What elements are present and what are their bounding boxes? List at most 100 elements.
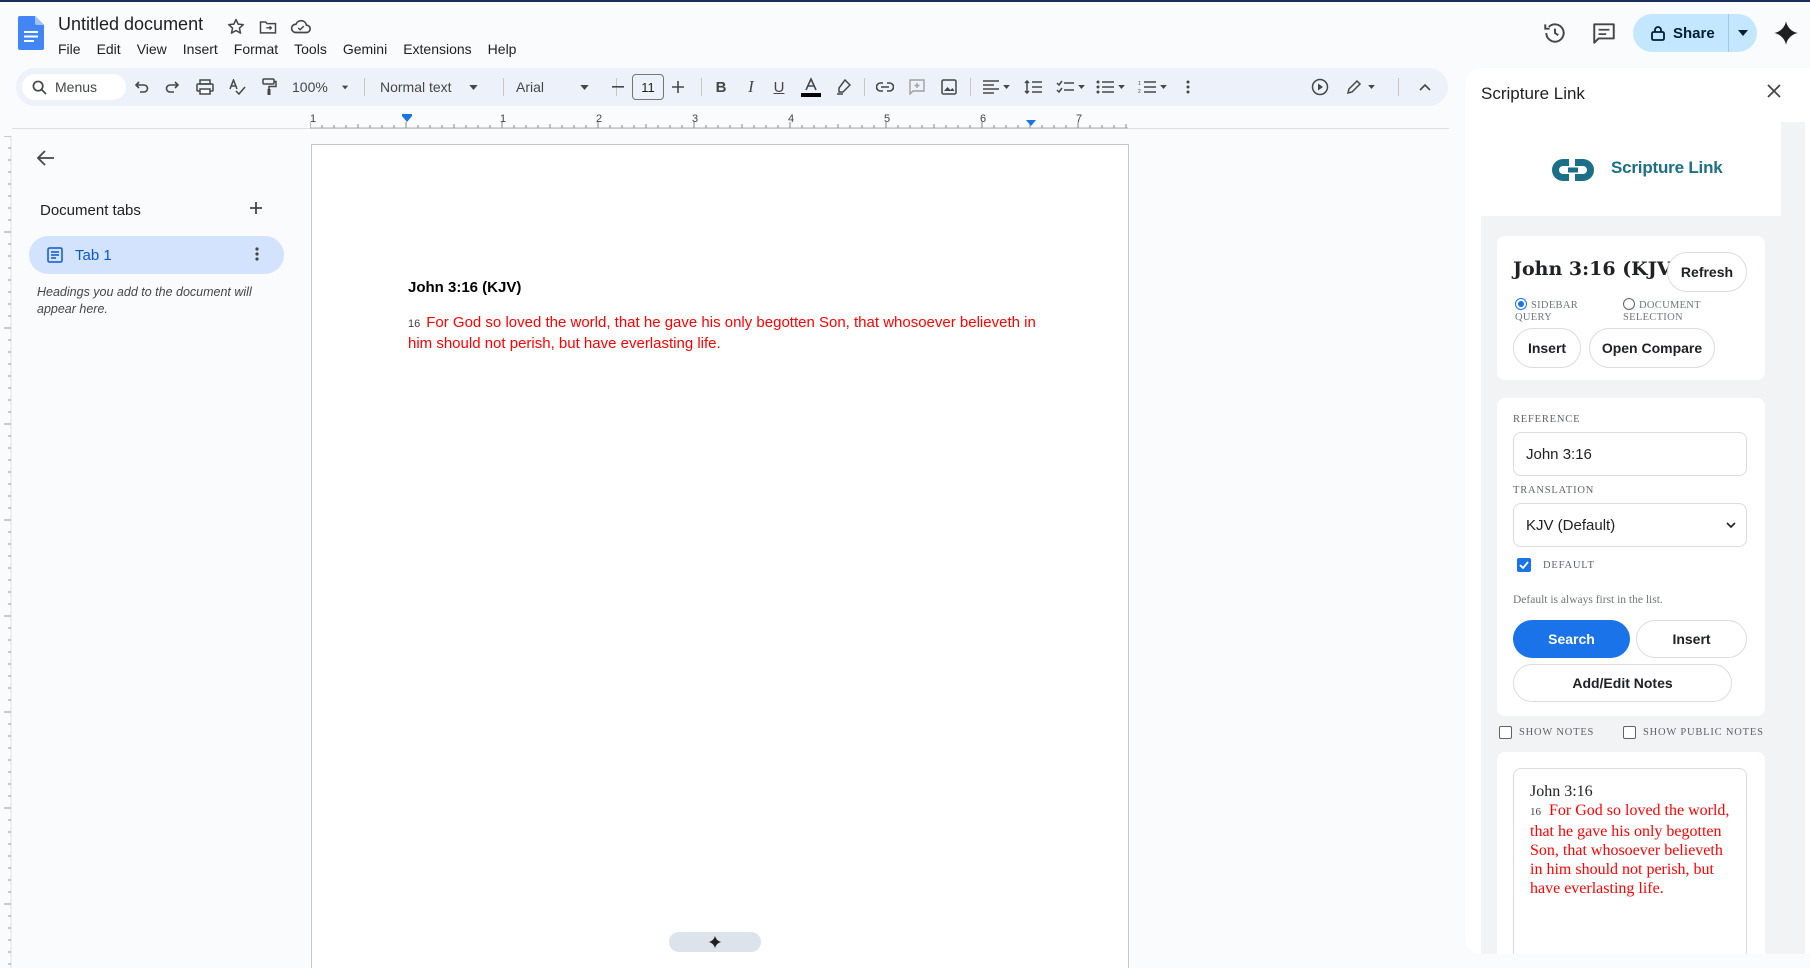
- insert-button[interactable]: Insert: [1513, 328, 1581, 368]
- insert-link-icon[interactable]: [872, 68, 898, 106]
- collapse-menus-icon[interactable]: [1412, 68, 1438, 106]
- left-indent-marker[interactable]: [402, 116, 412, 122]
- document-tab-item[interactable]: Tab 1: [29, 236, 284, 274]
- bulleted-list-select[interactable]: [1092, 68, 1128, 106]
- insert-image-icon[interactable]: [936, 68, 962, 106]
- back-arrow-icon[interactable]: [36, 148, 56, 168]
- scripture-link-logo-icon: [1549, 156, 1609, 184]
- align-select[interactable]: [978, 68, 1014, 106]
- caret-down-icon: [580, 84, 589, 90]
- toolbar-divider: [364, 78, 365, 96]
- document-tabs-title: Document tabs: [40, 202, 141, 219]
- menu-help[interactable]: Help: [480, 40, 525, 58]
- horizontal-ruler[interactable]: 1 1 2 3 4 5 6 7: [310, 114, 1130, 130]
- show-notes-toggle[interactable]: SHOW NOTES: [1499, 726, 1594, 739]
- redo-icon[interactable]: [160, 68, 186, 106]
- refresh-button[interactable]: Refresh: [1667, 252, 1747, 292]
- toolbar-divider: [864, 78, 865, 96]
- decrease-font-size-icon[interactable]: [608, 68, 628, 106]
- result-verse-number: 16: [1530, 806, 1541, 818]
- undo-icon[interactable]: [128, 68, 154, 106]
- menu-format[interactable]: Format: [226, 40, 286, 58]
- numbered-list-select[interactable]: 12: [1134, 68, 1170, 106]
- share-dropdown-button[interactable]: [1729, 14, 1757, 52]
- more-options-icon[interactable]: [1178, 68, 1198, 106]
- document-title[interactable]: Untitled document: [58, 14, 203, 35]
- docs-logo-icon[interactable]: [18, 16, 44, 50]
- menu-view[interactable]: View: [129, 40, 175, 58]
- print-icon[interactable]: [192, 68, 218, 106]
- document-verse-paragraph[interactable]: 16 For God so loved the world, that he ga…: [408, 313, 1048, 353]
- radio-unchecked[interactable]: [1623, 298, 1635, 310]
- show-notes-checkbox[interactable]: [1499, 726, 1512, 739]
- right-indent-marker[interactable]: [1026, 120, 1036, 126]
- add-comment-icon[interactable]: [904, 68, 930, 106]
- show-notes-label: SHOW NOTES: [1519, 727, 1595, 738]
- menu-insert[interactable]: Insert: [175, 40, 226, 58]
- menu-extensions[interactable]: Extensions: [395, 40, 479, 58]
- add-edit-notes-button[interactable]: Add/Edit Notes: [1513, 664, 1732, 702]
- document-selection-radio[interactable]: DOCUMENT SELECTION: [1623, 298, 1701, 324]
- share-button[interactable]: Share: [1633, 14, 1757, 52]
- version-history-icon[interactable]: [1542, 20, 1568, 46]
- menu-edit[interactable]: Edit: [89, 40, 129, 58]
- editing-mode-select[interactable]: [1340, 68, 1380, 106]
- document-heading[interactable]: John 3:16 (KJV): [408, 279, 521, 296]
- increase-font-size-icon[interactable]: [668, 68, 688, 106]
- menu-tools[interactable]: Tools: [286, 40, 335, 58]
- font-size-input[interactable]: 11: [632, 74, 664, 100]
- ruler-label: 6: [980, 114, 986, 125]
- menu-file[interactable]: File: [50, 40, 89, 58]
- close-icon[interactable]: [1765, 82, 1783, 100]
- menus-search-button[interactable]: Menus: [22, 74, 126, 100]
- star-icon[interactable]: [226, 17, 246, 37]
- first-line-indent-marker[interactable]: [402, 114, 412, 116]
- underline-icon[interactable]: U: [766, 68, 792, 106]
- text-color-icon[interactable]: [798, 68, 824, 106]
- checkmark-icon: [1519, 561, 1529, 569]
- gemini-edit-icon[interactable]: [1306, 68, 1334, 106]
- italic-icon[interactable]: I: [738, 68, 764, 106]
- show-public-notes-checkbox[interactable]: [1623, 726, 1636, 739]
- reference-input[interactable]: John 3:16: [1513, 432, 1747, 476]
- spellcheck-icon[interactable]: [224, 68, 250, 106]
- gemini-sparkle-icon[interactable]: [1773, 20, 1799, 46]
- result-reference: John 3:16: [1530, 783, 1593, 800]
- document-page[interactable]: John 3:16 (KJV) 16 For God so loved the w…: [311, 144, 1129, 968]
- caret-down-icon: [1002, 85, 1010, 89]
- ruler-label: 1: [500, 114, 506, 125]
- radio-label-line2: SELECTION: [1623, 312, 1683, 323]
- highlight-color-icon[interactable]: [830, 68, 856, 106]
- verse-result[interactable]: John 3:16 16 For God so loved the world,…: [1513, 768, 1747, 954]
- ruler-label: 4: [788, 114, 794, 125]
- tab-more-icon[interactable]: [255, 246, 259, 262]
- vertical-ruler[interactable]: [0, 136, 12, 968]
- line-spacing-icon[interactable]: [1020, 68, 1046, 106]
- zoom-select[interactable]: 100%: [286, 68, 348, 106]
- sidebar-content[interactable]: Scripture Link John 3:16 (KJV) Refresh S…: [1481, 122, 1805, 954]
- toolbar-divider: [503, 78, 504, 96]
- sidebar-query-radio[interactable]: SIDEBAR QUERY: [1515, 298, 1578, 324]
- comments-icon[interactable]: [1591, 20, 1617, 46]
- gemini-help-me-write-button[interactable]: [669, 932, 761, 952]
- show-public-notes-toggle[interactable]: SHOW PUBLIC NOTES: [1623, 726, 1764, 739]
- formatting-toolbar: Menus 100% Normal text Arial 11 B I U 1 …: [16, 68, 1448, 106]
- font-family-select[interactable]: Arial: [510, 68, 610, 106]
- add-tab-icon[interactable]: [248, 200, 264, 216]
- search-button[interactable]: Search: [1513, 620, 1630, 658]
- menu-gemini[interactable]: Gemini: [335, 40, 395, 58]
- default-checkbox[interactable]: [1517, 558, 1531, 572]
- insert-button[interactable]: Insert: [1636, 620, 1747, 658]
- move-folder-icon[interactable]: [258, 17, 278, 37]
- share-main-button[interactable]: Share: [1633, 14, 1729, 52]
- paint-format-icon[interactable]: [256, 68, 282, 106]
- ruler-label: 5: [884, 114, 890, 125]
- paragraph-style-select[interactable]: Normal text: [374, 68, 492, 106]
- cloud-saved-icon[interactable]: [290, 17, 311, 37]
- translation-select[interactable]: KJV (Default): [1513, 503, 1747, 547]
- open-compare-button[interactable]: Open Compare: [1589, 328, 1715, 368]
- share-label: Share: [1673, 24, 1715, 42]
- bold-icon[interactable]: B: [708, 68, 734, 106]
- checklist-select[interactable]: [1052, 68, 1088, 106]
- radio-checked[interactable]: [1515, 298, 1527, 310]
